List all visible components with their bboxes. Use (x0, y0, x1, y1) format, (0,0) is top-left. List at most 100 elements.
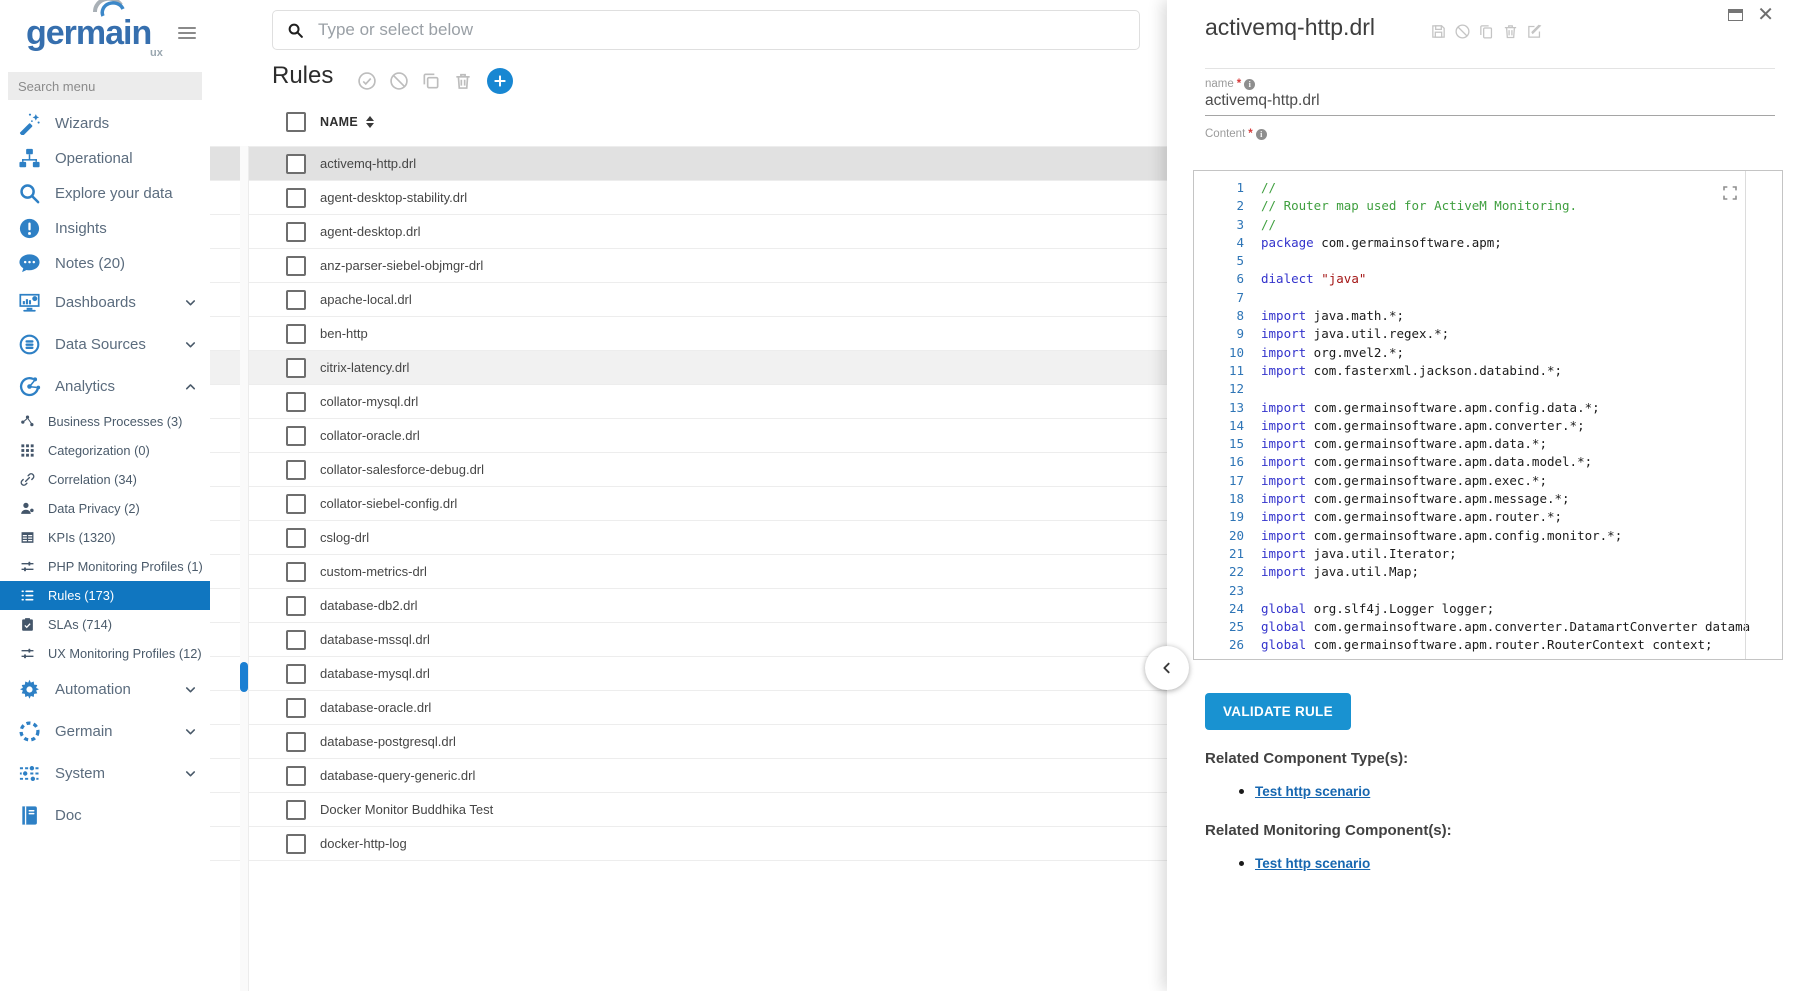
name-column-header[interactable]: NAME (320, 115, 358, 129)
related-monitoring-link[interactable]: Test http scenario (1255, 856, 1370, 871)
table-row[interactable]: docker-http-log (210, 827, 1167, 861)
logo-text: germain (26, 14, 151, 53)
row-checkbox[interactable] (286, 528, 306, 548)
sidebar-item-categorization-0[interactable]: Categorization (0) (0, 436, 210, 465)
sidebar-item-insights[interactable]: Insights (0, 211, 210, 246)
table-row[interactable]: database-mysql.drl (210, 657, 1167, 691)
user-lock-icon (20, 501, 35, 516)
list-scrollbar-thumb[interactable] (240, 662, 248, 692)
sidebar-item-business-processes-3[interactable]: Business Processes (3) (0, 407, 210, 436)
row-checkbox[interactable] (286, 562, 306, 582)
table-row[interactable]: ben-http (210, 317, 1167, 351)
delete-icon[interactable] (1502, 23, 1519, 40)
validate-rule-button[interactable]: VALIDATE RULE (1205, 693, 1351, 730)
code-editor[interactable]: 1//2// Router map used for ActiveM Monit… (1193, 170, 1783, 660)
edit-icon[interactable] (1526, 23, 1543, 40)
table-row[interactable]: collator-oracle.drl (210, 419, 1167, 453)
disable-icon[interactable] (389, 71, 409, 91)
sidebar-item-explore-your-data[interactable]: Explore your data (0, 176, 210, 211)
row-checkbox[interactable] (286, 358, 306, 378)
sidebar-item-system[interactable]: System (0, 752, 210, 794)
copy-icon[interactable] (1478, 23, 1495, 40)
table-row[interactable]: collator-mysql.drl (210, 385, 1167, 419)
sidebar-item-php-monitoring-profiles-1[interactable]: PHP Monitoring Profiles (1) (0, 552, 210, 581)
table-row[interactable]: Docker Monitor Buddhika Test (210, 793, 1167, 827)
row-checkbox[interactable] (286, 256, 306, 276)
table-row[interactable]: database-oracle.drl (210, 691, 1167, 725)
code-line: 7 (1194, 289, 1782, 307)
close-icon[interactable]: ✕ (1757, 8, 1774, 22)
collapse-panel-button[interactable] (1145, 646, 1189, 690)
table-row[interactable]: activemq-http.drl (210, 147, 1167, 181)
sidebar-item-data-sources[interactable]: Data Sources (0, 323, 210, 365)
line-number: 7 (1194, 289, 1261, 307)
disable-icon[interactable] (1454, 23, 1471, 40)
select-all-checkbox[interactable] (286, 112, 306, 132)
row-checkbox[interactable] (286, 834, 306, 854)
maximize-icon[interactable] (1728, 9, 1743, 21)
row-checkbox[interactable] (286, 800, 306, 820)
row-checkbox[interactable] (286, 766, 306, 786)
sidebar-item-correlation-34[interactable]: Correlation (34) (0, 465, 210, 494)
sidebar-item-data-privacy-2[interactable]: Data Privacy (2) (0, 494, 210, 523)
sidebar-item-analytics[interactable]: Analytics (0, 365, 210, 407)
fullscreen-icon[interactable] (1722, 185, 1738, 201)
table-row[interactable]: database-postgresql.drl (210, 725, 1167, 759)
sidebar-item-wizards[interactable]: Wizards (0, 106, 210, 141)
sidebar-item-slas-714[interactable]: SLAs (714) (0, 610, 210, 639)
table-row[interactable]: collator-siebel-config.drl (210, 487, 1167, 521)
add-rule-button[interactable] (487, 68, 513, 94)
approve-icon[interactable] (357, 71, 377, 91)
row-checkbox[interactable] (286, 630, 306, 650)
table-row[interactable]: anz-parser-siebel-objmgr-drl (210, 249, 1167, 283)
info-icon[interactable]: i (1244, 79, 1255, 90)
sidebar-item-ux-monitoring-profiles-12[interactable]: UX Monitoring Profiles (12) (0, 639, 210, 668)
sidebar-item-rules-173[interactable]: Rules (173) (0, 581, 210, 610)
sidebar-item-kpis-1320[interactable]: KPIs (1320) (0, 523, 210, 552)
sidebar: germain ux WizardsOperationalExplore you… (0, 0, 210, 991)
sidebar-search-input[interactable] (8, 72, 202, 100)
row-checkbox[interactable] (286, 188, 306, 208)
line-number: 20 (1194, 527, 1261, 545)
table-row[interactable]: agent-desktop.drl (210, 215, 1167, 249)
table-row[interactable]: database-query-generic.drl (210, 759, 1167, 793)
table-row[interactable]: database-db2.drl (210, 589, 1167, 623)
table-row[interactable]: apache-local.drl (210, 283, 1167, 317)
sort-icon[interactable] (366, 116, 374, 128)
row-checkbox[interactable] (286, 596, 306, 616)
row-checkbox[interactable] (286, 426, 306, 446)
copy-icon[interactable] (421, 71, 441, 91)
row-checkbox[interactable] (286, 494, 306, 514)
sidebar-item-dashboards[interactable]: Dashboards (0, 281, 210, 323)
sidebar-item-doc[interactable]: Doc (0, 794, 210, 836)
editor-scrollbar-track[interactable] (1745, 171, 1746, 659)
table-row[interactable]: citrix-latency.drl (210, 351, 1167, 385)
sidebar-item-operational[interactable]: Operational (0, 141, 210, 176)
row-checkbox[interactable] (286, 392, 306, 412)
related-component-type-link[interactable]: Test http scenario (1255, 784, 1370, 799)
row-checkbox[interactable] (286, 664, 306, 684)
name-field-value[interactable]: activemq-http.drl (1205, 92, 1320, 110)
table-row[interactable]: agent-desktop-stability.drl (210, 181, 1167, 215)
sidebar-item-germain[interactable]: Germain (0, 710, 210, 752)
row-checkbox[interactable] (286, 732, 306, 752)
row-checkbox[interactable] (286, 460, 306, 480)
table-row[interactable]: database-mssql.drl (210, 623, 1167, 657)
sidebar-item-notes-20[interactable]: Notes (20) (0, 246, 210, 281)
delete-icon[interactable] (453, 71, 473, 91)
content-field-label: Content*i (1205, 128, 1267, 140)
table-row[interactable]: cslog-drl (210, 521, 1167, 555)
row-checkbox[interactable] (286, 154, 306, 174)
row-checkbox[interactable] (286, 290, 306, 310)
table-row[interactable]: custom-metrics-drl (210, 555, 1167, 589)
chevron-down-icon (183, 682, 198, 697)
save-icon[interactable] (1430, 23, 1447, 40)
table-row[interactable]: collator-salesforce-debug.drl (210, 453, 1167, 487)
row-checkbox[interactable] (286, 222, 306, 242)
sidebar-item-automation[interactable]: Automation (0, 668, 210, 710)
info-icon[interactable]: i (1256, 129, 1267, 140)
row-checkbox[interactable] (286, 324, 306, 344)
row-checkbox[interactable] (286, 698, 306, 718)
hamburger-menu-icon[interactable] (178, 27, 196, 41)
rules-search-input[interactable] (316, 19, 1125, 41)
